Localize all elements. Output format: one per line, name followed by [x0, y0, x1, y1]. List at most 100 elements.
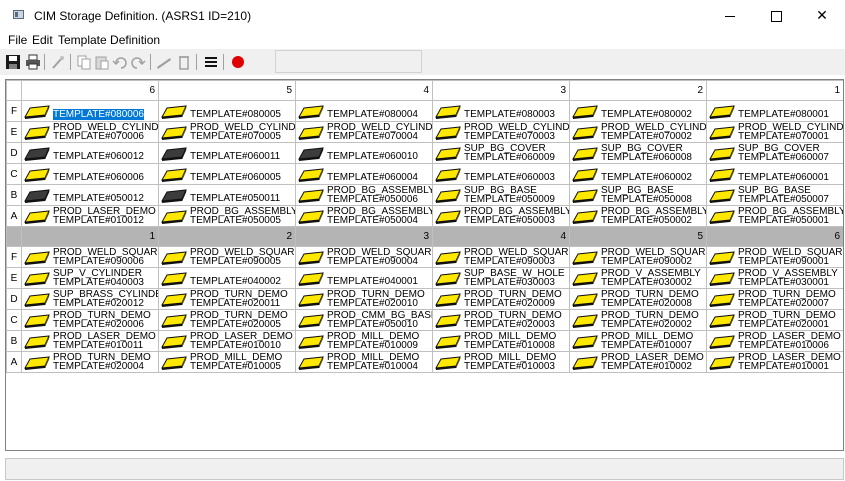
storage-cell[interactable]: PROD_MILL_DEMO TEMPLATE#010007 — [569, 330, 707, 352]
storage-cell[interactable]: PROD_TURN_DEMO TEMPLATE#020005 — [158, 309, 296, 331]
storage-cell[interactable]: TEMPLATE#060005 — [158, 163, 296, 185]
row-header[interactable]: D — [6, 142, 22, 164]
storage-cell[interactable]: TEMPLATE#080001 — [706, 100, 843, 122]
row-header[interactable]: F — [6, 100, 22, 122]
storage-cell[interactable]: TEMPLATE#060012 — [21, 142, 159, 164]
storage-cell[interactable]: PROD_TURN_DEMO TEMPLATE#020008 — [569, 288, 707, 310]
storage-cell[interactable]: PROD_WELD_CYLIND TEMPLATE#070004 — [295, 121, 433, 143]
storage-cell[interactable]: TEMPLATE#080005 — [158, 100, 296, 122]
row-header[interactable]: C — [6, 309, 22, 331]
storage-cell[interactable]: TEMPLATE#060010 — [295, 142, 433, 164]
maximize-button[interactable] — [753, 0, 799, 31]
storage-cell[interactable]: SUP_BG_BASE TEMPLATE#050008 — [569, 184, 707, 206]
menu-template-definition[interactable]: Template Definition — [58, 33, 160, 47]
print-icon[interactable] — [25, 54, 41, 70]
storage-cell[interactable]: PROD_LASER_DEMO TEMPLATE#010011 — [21, 330, 159, 352]
storage-cell[interactable]: PROD_CMM_BG_BASE TEMPLATE#050010 — [295, 309, 433, 331]
minimize-button[interactable] — [707, 0, 753, 31]
copy-icon[interactable] — [76, 54, 92, 70]
save-icon[interactable] — [5, 54, 21, 70]
ruler-icon[interactable] — [156, 54, 172, 70]
storage-cell[interactable]: PROD_TURN_DEMO TEMPLATE#020007 — [706, 288, 843, 310]
column-header[interactable]: 2 — [569, 80, 707, 101]
paste-icon[interactable] — [94, 54, 110, 70]
storage-cell[interactable]: PROD_TURN_DEMO TEMPLATE#020010 — [295, 288, 433, 310]
storage-cell[interactable]: PROD_V_ASSEMBLY TEMPLATE#030001 — [706, 267, 843, 289]
row-header[interactable]: E — [6, 121, 22, 143]
storage-cell[interactable]: PROD_MILL_DEMO TEMPLATE#010008 — [432, 330, 570, 352]
column-header[interactable]: 5 — [569, 226, 707, 247]
storage-cell[interactable]: PROD_WELD_CYLIND TEMPLATE#070006 — [21, 121, 159, 143]
storage-cell[interactable]: PROD_MILL_DEMO TEMPLATE#010009 — [295, 330, 433, 352]
row-header[interactable]: C — [6, 163, 22, 185]
storage-cell[interactable]: SUP_BG_BASE TEMPLATE#050007 — [706, 184, 843, 206]
storage-cell[interactable]: TEMPLATE#050011 — [158, 184, 296, 206]
storage-cell[interactable]: PROD_MILL_DEMO TEMPLATE#010005 — [158, 351, 296, 373]
column-header[interactable]: 6 — [706, 226, 843, 247]
column-header[interactable]: 4 — [432, 226, 570, 247]
storage-cell[interactable]: TEMPLATE#060001 — [706, 163, 843, 185]
column-header[interactable]: 3 — [295, 226, 433, 247]
column-header[interactable]: 1 — [21, 226, 159, 247]
storage-cell[interactable]: PROD_LASER_DEMO TEMPLATE#010001 — [706, 351, 843, 373]
storage-cell[interactable]: PROD_LASER_DEMO TEMPLATE#010006 — [706, 330, 843, 352]
storage-cell[interactable]: SUP_BG_BASE TEMPLATE#050009 — [432, 184, 570, 206]
undo-icon[interactable] — [112, 54, 128, 70]
menu-file[interactable]: File — [8, 33, 27, 47]
storage-cell[interactable]: PROD_BG_ASSEMBLY TEMPLATE#050004 — [295, 205, 433, 227]
column-header[interactable]: 3 — [432, 80, 570, 101]
redo-icon[interactable] — [130, 54, 146, 70]
storage-cell[interactable]: PROD_WELD_SQUARI TEMPLATE#090001 — [706, 246, 843, 268]
column-header[interactable]: 2 — [158, 226, 296, 247]
storage-cell[interactable]: PROD_WELD_CYLIND TEMPLATE#070003 — [432, 121, 570, 143]
storage-cell[interactable]: TEMPLATE#080004 — [295, 100, 433, 122]
storage-cell[interactable]: PROD_WELD_SQUARI TEMPLATE#090005 — [158, 246, 296, 268]
storage-cell[interactable]: TEMPLATE#060002 — [569, 163, 707, 185]
row-header[interactable]: A — [6, 351, 22, 373]
storage-cell[interactable]: PROD_BG_ASSEMBLY TEMPLATE#050005 — [158, 205, 296, 227]
column-header[interactable]: 5 — [158, 80, 296, 101]
storage-cell[interactable]: PROD_TURN_DEMO TEMPLATE#020001 — [706, 309, 843, 331]
storage-cell[interactable]: PROD_WELD_CYLIND TEMPLATE#070005 — [158, 121, 296, 143]
row-header[interactable]: F — [6, 246, 22, 268]
storage-cell[interactable]: PROD_TURN_DEMO TEMPLATE#020011 — [158, 288, 296, 310]
column-header[interactable]: 4 — [295, 80, 433, 101]
storage-cell[interactable]: TEMPLATE#060011 — [158, 142, 296, 164]
storage-cell[interactable]: TEMPLATE#080003 — [432, 100, 570, 122]
storage-cell[interactable]: PROD_WELD_SQUARI TEMPLATE#090006 — [21, 246, 159, 268]
storage-cell[interactable]: PROD_LASER_DEMO TEMPLATE#010010 — [158, 330, 296, 352]
menu-edit[interactable]: Edit — [32, 33, 53, 47]
storage-cell[interactable]: TEMPLATE#040002 — [158, 267, 296, 289]
storage-cell[interactable]: PROD_BG_ASSEMBLY TEMPLATE#050001 — [706, 205, 843, 227]
storage-cell[interactable]: PROD_LASER_DEMO TEMPLATE#010012 — [21, 205, 159, 227]
storage-cell[interactable]: TEMPLATE#080002 — [569, 100, 707, 122]
column-header[interactable]: 6 — [21, 80, 159, 101]
column-header[interactable]: 1 — [706, 80, 843, 101]
storage-cell[interactable]: PROD_TURN_DEMO TEMPLATE#020004 — [21, 351, 159, 373]
close-button[interactable]: ✕ — [799, 0, 845, 31]
storage-cell[interactable]: SUP_BG_COVER TEMPLATE#060009 — [432, 142, 570, 164]
storage-cell[interactable]: PROD_TURN_DEMO TEMPLATE#020002 — [569, 309, 707, 331]
row-header[interactable]: A — [6, 205, 22, 227]
storage-cell[interactable]: SUP_BG_COVER TEMPLATE#060008 — [569, 142, 707, 164]
storage-cell[interactable]: PROD_BG_ASSEMBLY TEMPLATE#050002 — [569, 205, 707, 227]
storage-cell[interactable]: PROD_TURN_DEMO TEMPLATE#020009 — [432, 288, 570, 310]
storage-cell[interactable]: SUP_BG_COVER TEMPLATE#060007 — [706, 142, 843, 164]
storage-cell[interactable]: TEMPLATE#060006 — [21, 163, 159, 185]
storage-cell[interactable]: PROD_TURN_DEMO TEMPLATE#020006 — [21, 309, 159, 331]
storage-cell[interactable]: PROD_WELD_CYLIND TEMPLATE#070002 — [569, 121, 707, 143]
storage-cell[interactable]: PROD_MILL_DEMO TEMPLATE#010004 — [295, 351, 433, 373]
list-icon[interactable] — [203, 54, 219, 70]
storage-cell[interactable]: PROD_WELD_CYLIND TEMPLATE#070001 — [706, 121, 843, 143]
storage-cell[interactable]: SUP_V_CYLINDER TEMPLATE#040003 — [21, 267, 159, 289]
storage-cell[interactable]: SUP_BRASS_CYLINDE TEMPLATE#020012 — [21, 288, 159, 310]
storage-cell[interactable]: PROD_MILL_DEMO TEMPLATE#010003 — [432, 351, 570, 373]
storage-cell[interactable]: PROD_WELD_SQUARI TEMPLATE#090003 — [432, 246, 570, 268]
storage-cell[interactable]: TEMPLATE#050012 — [21, 184, 159, 206]
storage-cell[interactable]: PROD_TURN_DEMO TEMPLATE#020003 — [432, 309, 570, 331]
row-header[interactable]: B — [6, 184, 22, 206]
storage-cell[interactable]: PROD_WELD_SQUARI TEMPLATE#090002 — [569, 246, 707, 268]
delete-icon[interactable] — [176, 54, 192, 70]
storage-cell[interactable]: TEMPLATE#040001 — [295, 267, 433, 289]
storage-cell[interactable]: PROD_LASER_DEMO TEMPLATE#010002 — [569, 351, 707, 373]
